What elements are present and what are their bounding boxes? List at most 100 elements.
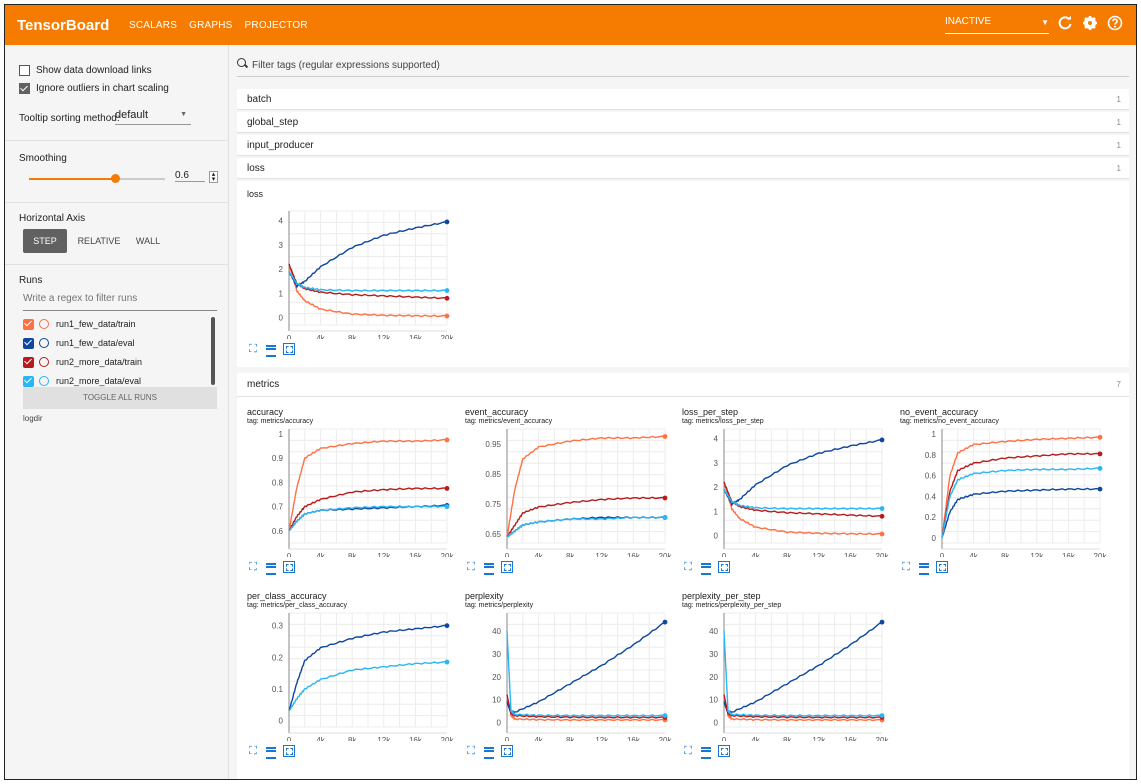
fit-domain-icon[interactable] [718, 561, 730, 573]
refresh-icon[interactable] [1056, 15, 1074, 33]
run-color-circle[interactable] [39, 319, 49, 329]
expand-icon[interactable] [682, 745, 694, 757]
runs-filter-input[interactable]: Write a regex to filter runs [23, 293, 217, 311]
sidebar: Show data download links Ignore outliers… [5, 45, 229, 779]
run-checkbox[interactable] [23, 356, 34, 368]
run-item-run1-few-data-eval[interactable]: run1_few_data/eval [23, 334, 135, 352]
show-download-links-checkbox[interactable]: Show data download links [19, 65, 152, 76]
run-status-dropdown[interactable]: INACTIVE ▼ [945, 16, 1049, 34]
tab-graphs[interactable]: GRAPHS [189, 20, 232, 31]
fit-domain-icon[interactable] [283, 561, 295, 573]
fit-domain-icon[interactable] [283, 343, 295, 355]
expand-icon[interactable] [900, 561, 912, 573]
settings-icon[interactable] [1081, 15, 1099, 33]
tab-scalars[interactable]: SCALARS [129, 20, 177, 31]
y-tick-label: 0 [279, 717, 284, 726]
series-end-point [444, 623, 450, 629]
y-tick-label: 2 [714, 483, 719, 492]
y-tick-label: 2 [279, 265, 284, 274]
lines-icon[interactable] [483, 745, 495, 759]
y-tick-label: 30 [492, 650, 501, 659]
y-tick-label: 0.1 [272, 685, 284, 694]
axis-wall-button[interactable]: WALL [129, 229, 167, 253]
run-color-circle[interactable] [39, 357, 49, 367]
category-metrics[interactable]: metrics 7 [237, 373, 1129, 397]
expand-icon[interactable] [247, 343, 259, 355]
help-icon[interactable] [1106, 15, 1124, 33]
y-tick-label: 3 [279, 241, 284, 250]
lines-icon[interactable] [700, 561, 712, 575]
chart-svg: 0 10 20 30 40 0 4k 8k 12k 16k 20k [492, 612, 672, 741]
y-tick-label: 0.3 [272, 622, 284, 631]
category-loss[interactable]: loss 1 [237, 158, 1129, 179]
series-end-point [662, 495, 668, 501]
tooltip-sorting-dropdown[interactable]: default ▼ [115, 109, 191, 125]
tab-projector[interactable]: PROJECTOR [245, 20, 308, 31]
y-tick-label: 0.85 [485, 470, 501, 479]
expand-icon[interactable] [465, 745, 477, 757]
expand-icon[interactable] [247, 745, 259, 757]
run-color-circle[interactable] [39, 338, 49, 348]
expand-icon[interactable] [247, 561, 259, 573]
lines-icon[interactable] [265, 561, 277, 575]
chart-svg: 0 0.1 0.2 0.3 0 4k 8k 12k 16k 20k [272, 612, 454, 741]
chart-svg: 0.65 0.75 0.85 0.95 0 4k 8k 12k 16k 20k [485, 428, 673, 557]
ignore-outliers-checkbox[interactable]: Ignore outliers in chart scaling [19, 83, 169, 94]
x-tick-label: 16k [844, 552, 858, 557]
lines-icon[interactable] [483, 561, 495, 575]
run-checkbox[interactable] [23, 375, 34, 387]
fit-domain-icon[interactable] [501, 745, 513, 757]
smoothing-slider[interactable] [29, 174, 165, 183]
x-tick-label: 0 [287, 552, 292, 557]
chart-svg: 0 1 2 3 4 0 4k 8k 12k 16k 20k [714, 428, 889, 557]
fit-domain-icon[interactable] [501, 561, 513, 573]
series-end-point [1097, 486, 1103, 492]
smoothing-label: Smoothing [19, 153, 67, 164]
toggle-all-runs-button[interactable]: TOGGLE ALL RUNS [23, 387, 217, 409]
y-tick-label: 0.9 [272, 454, 284, 463]
tag-filter-input[interactable]: Filter tags (regular expressions support… [237, 55, 1129, 77]
run-checkbox[interactable] [23, 318, 34, 330]
y-tick-label: 0 [279, 314, 284, 323]
chart-actions [900, 561, 960, 575]
category-input-producer[interactable]: input_producer 1 [237, 135, 1129, 156]
y-tick-label: 0 [932, 534, 937, 543]
x-tick-label: 20k [659, 552, 673, 557]
tag-filter-placeholder: Filter tags (regular expressions support… [252, 60, 440, 71]
series-end-point [879, 513, 885, 519]
main-content: Filter tags (regular expressions support… [229, 45, 1136, 779]
lines-icon[interactable] [265, 343, 277, 357]
expand-icon[interactable] [682, 561, 694, 573]
lines-icon[interactable] [265, 745, 277, 759]
run-color-circle[interactable] [39, 376, 49, 386]
checkbox-box[interactable] [19, 65, 30, 76]
fit-domain-icon[interactable] [718, 745, 730, 757]
x-tick-label: 12k [377, 736, 391, 741]
axis-relative-button[interactable]: RELATIVE [73, 229, 125, 253]
logdir-label: logdir [23, 414, 43, 423]
expand-icon[interactable] [465, 561, 477, 573]
x-tick-label: 8k [348, 552, 357, 557]
x-tick-label: 12k [377, 552, 391, 557]
runs-scrollbar[interactable] [211, 317, 215, 385]
fit-domain-icon[interactable] [936, 561, 948, 573]
y-tick-label: 0.75 [485, 500, 501, 509]
x-tick-label: 8k [783, 552, 792, 557]
smoothing-spinner-icon[interactable]: ▴ ▾ [209, 171, 218, 183]
x-tick-label: 16k [1062, 552, 1076, 557]
category-global-step[interactable]: global_step 1 [237, 112, 1129, 133]
category-batch[interactable]: batch 1 [237, 89, 1129, 110]
run-item-run1-few-data-train[interactable]: run1_few_data/train [23, 315, 136, 333]
run-item-run2-more-data-train[interactable]: run2_more_data/train [23, 353, 142, 371]
axis-step-button[interactable]: STEP [23, 229, 67, 253]
fit-domain-icon[interactable] [283, 745, 295, 757]
y-tick-label: 1 [279, 430, 284, 439]
lines-icon[interactable] [918, 561, 930, 575]
y-tick-label: 10 [709, 696, 718, 705]
lines-icon[interactable] [700, 745, 712, 759]
checkbox-box-checked[interactable] [19, 83, 30, 94]
run-checkbox[interactable] [23, 337, 34, 349]
smoothing-slider-handle[interactable] [111, 174, 120, 183]
smoothing-input[interactable]: 0.6 [175, 170, 205, 182]
category-name: input_producer [247, 140, 314, 151]
